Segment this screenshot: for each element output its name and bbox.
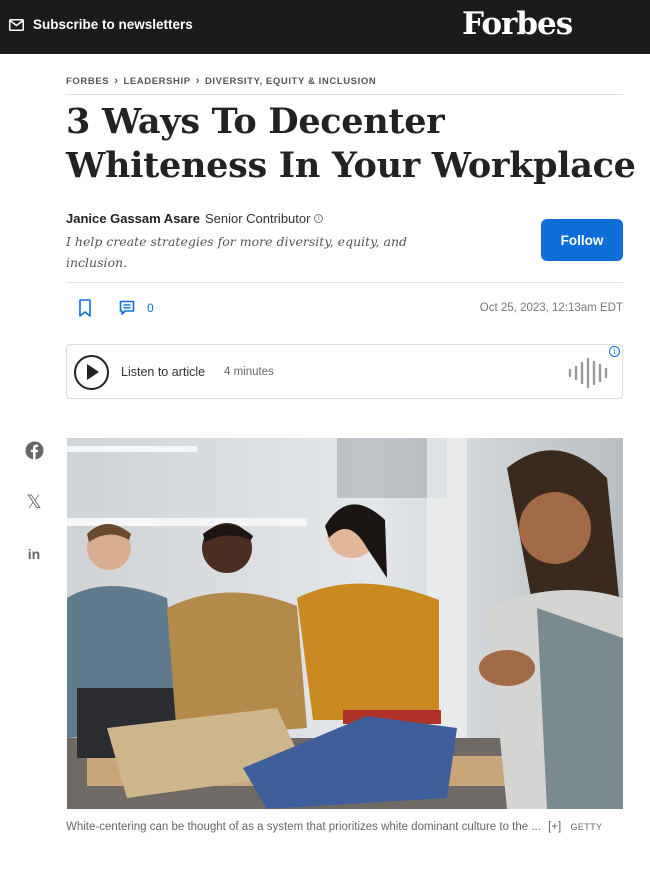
subscribe-newsletters-link[interactable]: Subscribe to newsletters <box>9 17 193 32</box>
article-title: 3 Ways To Decenter Whiteness In Your Wor… <box>66 101 636 186</box>
divider <box>66 282 623 283</box>
image-caption: White-centering can be thought of as a s… <box>66 817 626 838</box>
author-name[interactable]: Janice Gassam Asare <box>66 211 200 226</box>
breadcrumb-item-dei[interactable]: DIVERSITY, EQUITY & INCLUSION <box>205 76 376 87</box>
info-icon[interactable]: i <box>314 214 324 223</box>
x-icon[interactable]: 𝕏 <box>23 491 45 513</box>
author-bio: I help create strategies for more divers… <box>66 234 407 270</box>
byline: Janice Gassam Asare Senior Contributor i <box>66 211 324 226</box>
linkedin-icon[interactable]: in <box>23 543 45 565</box>
breadcrumb-item-forbes[interactable]: FORBES <box>66 76 109 87</box>
mail-icon <box>9 18 24 31</box>
publish-date: Oct 25, 2023, 12:13am EDT <box>479 302 623 314</box>
waveform-icon <box>568 357 608 389</box>
facebook-icon[interactable] <box>23 439 45 461</box>
image-credit: GETTY <box>570 822 603 832</box>
info-icon[interactable]: i <box>609 346 620 357</box>
bookmark-icon[interactable] <box>77 298 93 318</box>
comment-icon <box>119 300 135 315</box>
audio-player: Listen to article 4 minutes i <box>66 344 623 399</box>
follow-button[interactable]: Follow <box>541 219 623 261</box>
article-actions: 0 <box>77 298 154 318</box>
comment-count: 0 <box>147 301 154 315</box>
listen-label: Listen to article <box>121 365 206 379</box>
divider <box>66 94 623 95</box>
author-role: Senior Contributor <box>204 211 311 226</box>
breadcrumb: FORBES › LEADERSHIP › DIVERSITY, EQUITY … <box>66 75 376 87</box>
chevron-right-icon: › <box>195 75 200 87</box>
article-hero-image[interactable] <box>67 438 623 809</box>
audio-duration: 4 minutes <box>224 366 274 378</box>
caption-text: White-centering can be thought of as a s… <box>66 821 541 833</box>
forbes-logo[interactable]: Forbes <box>462 6 573 42</box>
play-icon[interactable] <box>74 355 109 390</box>
breadcrumb-item-leadership[interactable]: LEADERSHIP <box>123 76 190 87</box>
comments-button[interactable]: 0 <box>119 300 154 316</box>
subscribe-label: Subscribe to newsletters <box>33 17 193 32</box>
top-bar: Subscribe to newsletters Forbes <box>0 0 650 54</box>
chevron-right-icon: › <box>114 75 119 87</box>
caption-expand-button[interactable]: [+] <box>548 821 561 833</box>
